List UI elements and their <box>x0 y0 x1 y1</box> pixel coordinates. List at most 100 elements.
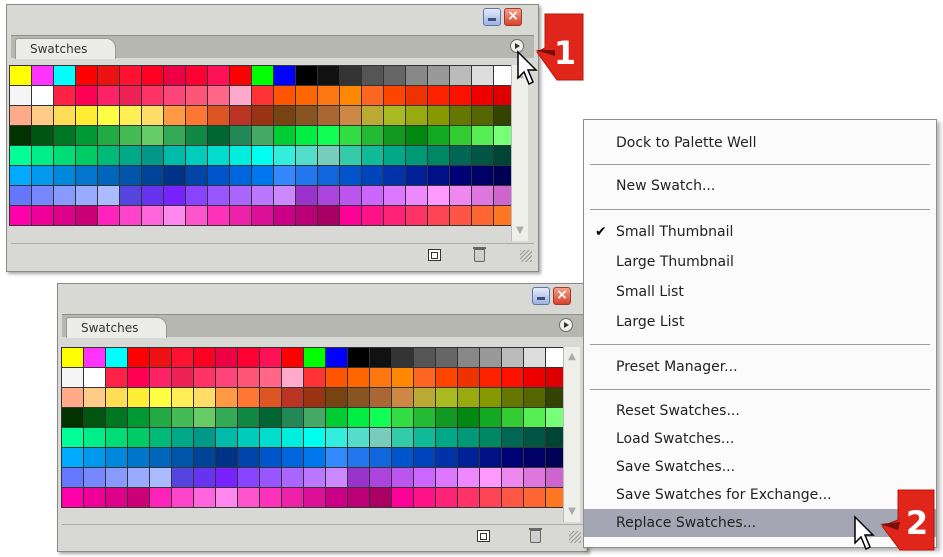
color-swatch[interactable] <box>326 468 347 487</box>
color-swatch[interactable] <box>76 106 97 125</box>
color-swatch[interactable] <box>326 428 347 447</box>
color-swatch[interactable] <box>282 368 303 387</box>
color-swatch[interactable] <box>54 186 75 205</box>
color-swatch[interactable] <box>274 126 295 145</box>
color-swatch[interactable] <box>150 408 171 427</box>
color-swatch[interactable] <box>274 146 295 165</box>
color-swatch[interactable] <box>450 166 471 185</box>
color-swatch[interactable] <box>348 408 369 427</box>
color-swatch[interactable] <box>348 468 369 487</box>
color-swatch[interactable] <box>238 448 259 467</box>
color-swatch[interactable] <box>428 166 449 185</box>
color-swatch[interactable] <box>32 106 53 125</box>
color-swatch[interactable] <box>76 126 97 145</box>
color-swatch[interactable] <box>370 348 391 367</box>
color-swatch[interactable] <box>238 388 259 407</box>
color-swatch[interactable] <box>32 126 53 145</box>
color-swatch[interactable] <box>84 348 105 367</box>
color-swatch[interactable] <box>194 468 215 487</box>
scrollbar[interactable]: ▲ ▼ <box>511 65 528 241</box>
color-swatch[interactable] <box>260 468 281 487</box>
color-swatch[interactable] <box>384 166 405 185</box>
menu-item-reset-swatches[interactable]: Reset Swatches... <box>584 397 936 425</box>
color-swatch[interactable] <box>370 368 391 387</box>
color-swatch[interactable] <box>304 468 325 487</box>
color-swatch[interactable] <box>296 186 317 205</box>
menu-item-preset-manager[interactable]: Preset Manager... <box>584 353 936 381</box>
color-swatch[interactable] <box>458 348 479 367</box>
color-swatch[interactable] <box>436 448 457 467</box>
color-swatch[interactable] <box>524 408 545 427</box>
color-swatch[interactable] <box>84 468 105 487</box>
color-swatch[interactable] <box>458 488 479 507</box>
tab-swatches[interactable]: Swatches <box>66 317 168 338</box>
color-swatch[interactable] <box>318 86 339 105</box>
color-swatch[interactable] <box>260 488 281 507</box>
color-swatch[interactable] <box>194 388 215 407</box>
color-swatch[interactable] <box>216 388 237 407</box>
menu-item-small-thumbnail[interactable]: Small Thumbnail <box>584 218 936 246</box>
color-swatch[interactable] <box>304 348 325 367</box>
color-swatch[interactable] <box>326 408 347 427</box>
color-swatch[interactable] <box>194 368 215 387</box>
color-swatch[interactable] <box>106 428 127 447</box>
color-swatch[interactable] <box>436 348 457 367</box>
color-swatch[interactable] <box>54 166 75 185</box>
color-swatch[interactable] <box>230 206 251 225</box>
color-swatch[interactable] <box>260 408 281 427</box>
color-swatch[interactable] <box>164 146 185 165</box>
color-swatch[interactable] <box>274 206 295 225</box>
color-swatch[interactable] <box>524 348 545 367</box>
close-icon[interactable]: × <box>553 287 571 305</box>
color-swatch[interactable] <box>142 86 163 105</box>
color-swatch[interactable] <box>318 106 339 125</box>
color-swatch[interactable] <box>98 166 119 185</box>
color-swatch[interactable] <box>260 368 281 387</box>
color-swatch[interactable] <box>98 146 119 165</box>
color-swatch[interactable] <box>230 66 251 85</box>
color-swatch[interactable] <box>62 388 83 407</box>
color-swatch[interactable] <box>348 448 369 467</box>
color-swatch[interactable] <box>428 146 449 165</box>
color-swatch[interactable] <box>340 86 361 105</box>
color-swatch[interactable] <box>172 408 193 427</box>
color-swatch[interactable] <box>76 166 97 185</box>
color-swatch[interactable] <box>238 468 259 487</box>
scroll-down-icon[interactable]: ▼ <box>564 504 580 520</box>
color-swatch[interactable] <box>450 86 471 105</box>
color-swatch[interactable] <box>414 428 435 447</box>
color-swatch[interactable] <box>106 488 127 507</box>
color-swatch[interactable] <box>414 368 435 387</box>
color-swatch[interactable] <box>208 166 229 185</box>
color-swatch[interactable] <box>172 448 193 467</box>
color-swatch[interactable] <box>150 448 171 467</box>
color-swatch[interactable] <box>296 126 317 145</box>
color-swatch[interactable] <box>450 206 471 225</box>
color-swatch[interactable] <box>414 468 435 487</box>
color-swatch[interactable] <box>150 428 171 447</box>
color-swatch[interactable] <box>150 388 171 407</box>
color-swatch[interactable] <box>10 206 31 225</box>
color-swatch[interactable] <box>252 146 273 165</box>
color-swatch[interactable] <box>450 106 471 125</box>
color-swatch[interactable] <box>186 186 207 205</box>
color-swatch[interactable] <box>62 368 83 387</box>
color-swatch[interactable] <box>406 106 427 125</box>
color-swatch[interactable] <box>252 186 273 205</box>
color-swatch[interactable] <box>172 368 193 387</box>
color-swatch[interactable] <box>480 468 501 487</box>
color-swatch[interactable] <box>502 428 523 447</box>
color-swatch[interactable] <box>406 66 427 85</box>
color-swatch[interactable] <box>98 106 119 125</box>
color-swatch[interactable] <box>472 126 493 145</box>
color-swatch[interactable] <box>524 468 545 487</box>
color-swatch[interactable] <box>296 146 317 165</box>
color-swatch[interactable] <box>260 348 281 367</box>
color-swatch[interactable] <box>10 66 31 85</box>
color-swatch[interactable] <box>282 388 303 407</box>
color-swatch[interactable] <box>216 468 237 487</box>
color-swatch[interactable] <box>524 368 545 387</box>
color-swatch[interactable] <box>10 146 31 165</box>
color-swatch[interactable] <box>428 66 449 85</box>
color-swatch[interactable] <box>98 206 119 225</box>
